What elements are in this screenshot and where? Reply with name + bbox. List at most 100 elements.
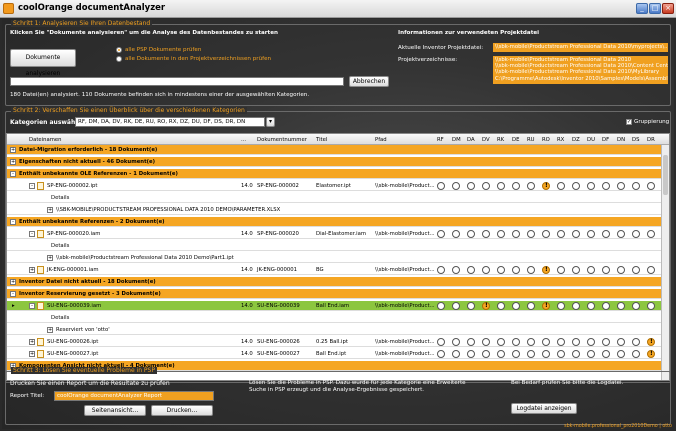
progress-field bbox=[10, 77, 344, 86]
group-row[interactable]: - Enthält unbekannte OLE Referenzen - 1 D… bbox=[7, 169, 663, 179]
radio-all-psp[interactable] bbox=[116, 47, 122, 53]
document-row[interactable]: - SP-ENG-000002.ipt 14.0 SP-ENG-000002 Elast… bbox=[7, 181, 663, 191]
results-grid: Dateinamen... Dokumentnummer Titel Pfad RF DM… bbox=[6, 133, 670, 381]
column-header[interactable]: ... bbox=[241, 137, 246, 143]
column-header[interactable]: Titel bbox=[316, 137, 327, 143]
expand-icon[interactable]: + bbox=[10, 159, 16, 165]
analysis-summary: 180 Datei(en) analysiert. 110 Dokumente … bbox=[10, 92, 310, 98]
column-header[interactable]: RO bbox=[542, 137, 550, 143]
print-button[interactable]: Drucken... bbox=[151, 405, 213, 416]
ok-status-icon bbox=[467, 182, 475, 190]
step1-section: Schritt 1: Analysieren Sie Ihren Datenbe… bbox=[5, 20, 671, 106]
grid-scrollbar[interactable] bbox=[661, 145, 669, 380]
document-row[interactable]: ▸ - SU-ENG-000039.iam 14.0 SU-ENG-000039 Ball… bbox=[7, 301, 663, 311]
ok-status-icon bbox=[617, 302, 625, 310]
column-header[interactable]: DZ bbox=[572, 137, 580, 143]
column-header[interactable]: DS bbox=[632, 137, 639, 143]
column-header[interactable]: RU bbox=[527, 137, 535, 143]
detail-row[interactable]: + Reserviert von 'otto' bbox=[7, 325, 663, 335]
grouping-label: Gruppierung bbox=[634, 119, 670, 125]
column-header[interactable]: RF bbox=[437, 137, 444, 143]
expand-icon[interactable]: + bbox=[29, 267, 35, 273]
ok-status-icon bbox=[497, 350, 505, 358]
detail-row[interactable]: + \\SBK-MOBILE\PRODUCTSTREAM PROFESSIONAL… bbox=[7, 205, 663, 215]
group-label: Enthält unbekannte OLE Referenzen - 1 Do… bbox=[19, 171, 178, 177]
expand-icon[interactable]: + bbox=[10, 147, 16, 153]
grouping-checkbox[interactable]: ✓ bbox=[626, 119, 632, 125]
ok-status-icon bbox=[497, 230, 505, 238]
expand-icon[interactable]: - bbox=[29, 183, 35, 189]
column-header[interactable]: DR bbox=[647, 137, 655, 143]
scrollbar-thumb[interactable] bbox=[663, 155, 668, 195]
categories-dropdown-icon[interactable]: ▾ bbox=[266, 117, 275, 127]
column-header[interactable]: RK bbox=[497, 137, 504, 143]
column-header[interactable]: DU bbox=[587, 137, 595, 143]
group-row[interactable]: + Datei-Migration erforderlich - 18 Dokum… bbox=[7, 145, 663, 155]
title-cell: Ball End.iam bbox=[316, 303, 350, 309]
column-header[interactable]: DM bbox=[452, 137, 461, 143]
ok-status-icon bbox=[632, 230, 640, 238]
ok-status-icon bbox=[587, 182, 595, 190]
document-row[interactable]: + SU-ENG-000026.ipt 14.0 SU-ENG-000026 0.25 … bbox=[7, 337, 663, 347]
column-header[interactable]: DA bbox=[467, 137, 475, 143]
version: 14.0 bbox=[241, 231, 253, 237]
ok-status-icon bbox=[587, 338, 595, 346]
column-header[interactable]: Pfad bbox=[375, 137, 387, 143]
file-name: SP-ENG-000002.ipt bbox=[47, 183, 98, 189]
ok-status-icon bbox=[587, 230, 595, 238]
close-button[interactable]: × bbox=[662, 3, 674, 14]
ok-status-icon bbox=[542, 350, 550, 358]
cancel-button[interactable]: Abbrechen bbox=[349, 76, 389, 87]
document-icon bbox=[37, 182, 44, 190]
page-preview-button[interactable]: Seitenansicht... bbox=[84, 405, 146, 416]
detail-text: Details bbox=[51, 195, 70, 201]
expand-icon[interactable]: - bbox=[10, 219, 16, 225]
group-row[interactable]: - Inventor Reservierung gesetzt - 3 Dokum… bbox=[7, 289, 663, 299]
expand-icon[interactable]: + bbox=[29, 351, 35, 357]
show-logfile-button[interactable]: Logdatei anzeigen bbox=[511, 403, 577, 414]
detail-row[interactable]: Details bbox=[7, 313, 663, 323]
ok-status-icon bbox=[632, 338, 640, 346]
column-header[interactable]: DE bbox=[512, 137, 519, 143]
column-header[interactable]: Dokumentnummer bbox=[257, 137, 307, 143]
expand-icon[interactable]: - bbox=[29, 231, 35, 237]
group-row[interactable]: + Eigenschaften nicht aktuell - 46 Dokume… bbox=[7, 157, 663, 167]
expand-icon[interactable]: - bbox=[29, 303, 35, 309]
expand-icon[interactable]: + bbox=[29, 339, 35, 345]
group-row[interactable]: + Inventor Datei nicht aktuell - 18 Dokum… bbox=[7, 277, 663, 287]
group-row[interactable]: - Enthält unbekannte Referenzen - 2 Dokum… bbox=[7, 217, 663, 227]
project-file-label: Aktuelle Inventor Projektdatei: bbox=[398, 45, 484, 51]
ok-status-icon bbox=[647, 302, 655, 310]
expand-icon[interactable]: + bbox=[10, 279, 16, 285]
radio-project-dirs[interactable] bbox=[116, 56, 122, 62]
categories-select[interactable]: RF, DM, DA, DV, RK, DE, RU, RO, RX, DZ, … bbox=[75, 117, 265, 127]
expand-icon[interactable]: + bbox=[47, 255, 53, 261]
ok-status-icon bbox=[512, 230, 520, 238]
document-row[interactable]: - SP-ENG-000020.iam 14.0 SP-ENG-000020 Dial-… bbox=[7, 229, 663, 239]
column-header[interactable]: Dateinamen bbox=[29, 137, 62, 143]
minimize-button[interactable]: _ bbox=[636, 3, 648, 14]
report-title-input[interactable]: coolOrange documentAnalyzer Report bbox=[54, 391, 214, 401]
warning-status-icon bbox=[647, 350, 655, 358]
expand-icon[interactable]: + bbox=[47, 207, 53, 213]
ok-status-icon bbox=[617, 338, 625, 346]
ok-status-icon bbox=[467, 230, 475, 238]
analyze-documents-button[interactable]: Dokumente analysieren bbox=[10, 49, 76, 77]
group-label: Datei-Migration erforderlich - 18 Dokume… bbox=[19, 147, 158, 153]
maximize-button[interactable]: □ bbox=[649, 3, 661, 14]
column-header[interactable]: DV bbox=[482, 137, 490, 143]
expand-icon[interactable]: - bbox=[10, 291, 16, 297]
expand-icon[interactable]: + bbox=[47, 327, 53, 333]
expand-icon[interactable]: - bbox=[10, 171, 16, 177]
document-row[interactable]: + SU-ENG-000027.ipt 14.0 SU-ENG-000027 Ball … bbox=[7, 349, 663, 359]
ok-status-icon bbox=[572, 302, 580, 310]
document-row[interactable]: + JK-ENG-000001.iam 14.0 JK-ENG-000001 BG \\s… bbox=[7, 265, 663, 275]
column-header[interactable]: RX bbox=[557, 137, 564, 143]
step1-legend: Schritt 1: Analysieren Sie Ihren Datenbe… bbox=[11, 20, 153, 27]
detail-row[interactable]: Details bbox=[7, 193, 663, 203]
column-header[interactable]: DF bbox=[602, 137, 609, 143]
detail-row[interactable]: Details bbox=[7, 241, 663, 251]
path-cell: \\sbk-mobile\Product... bbox=[375, 339, 435, 345]
detail-row[interactable]: + \\sbk-mobile\Productstream Professional… bbox=[7, 253, 663, 263]
column-header[interactable]: DN bbox=[617, 137, 625, 143]
